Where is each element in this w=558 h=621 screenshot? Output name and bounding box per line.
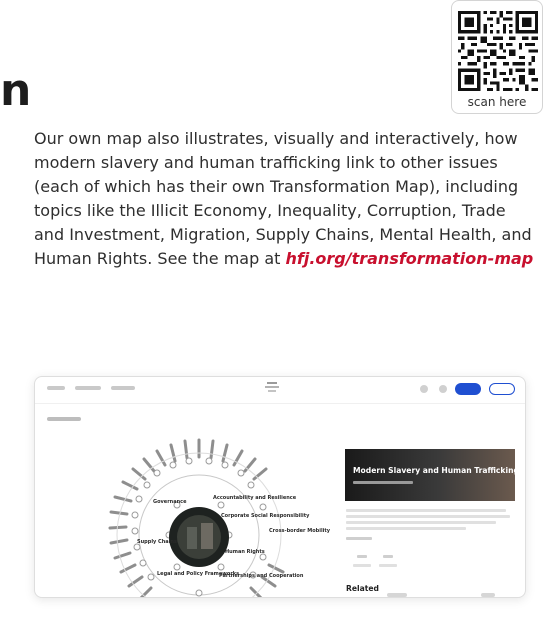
screenshot-panel-tab xyxy=(481,593,495,597)
screenshot-panel-hero: Modern Slavery and Human Trafficking xyxy=(345,449,519,501)
screenshot-panel-text-line xyxy=(346,521,496,524)
screenshot-topbar xyxy=(35,377,525,404)
screenshot-menu-item xyxy=(75,386,101,390)
screenshot-panel-stat-label xyxy=(379,564,397,567)
map-node-label: Corporate Social Responsibility xyxy=(221,513,310,519)
screenshot-menu-item xyxy=(111,386,135,390)
screenshot-panel-text-line xyxy=(346,515,510,518)
screenshot-panel-stat-label xyxy=(353,564,371,567)
page-title-fragment: n xyxy=(0,65,32,116)
screenshot-panel-title: Modern Slavery and Human Trafficking xyxy=(353,466,519,475)
map-node-label: Cross-border Mobility xyxy=(269,528,331,534)
screenshot-outline-button xyxy=(489,383,515,395)
map-node-label: Supply Chains xyxy=(137,539,177,545)
transformation-map-screenshot: Governance Accountability and Resilience… xyxy=(34,376,526,598)
map-node-label: Human Rights xyxy=(225,549,265,555)
screenshot-panel-label xyxy=(346,537,372,540)
qr-card[interactable]: scan here xyxy=(451,0,543,114)
screenshot-panel-text-line xyxy=(346,509,506,512)
screenshot-logo-icon xyxy=(265,382,279,392)
screenshot-panel-tab xyxy=(387,593,407,597)
screenshot-panel-text-line xyxy=(346,527,466,530)
screenshot-menu-item xyxy=(47,386,65,390)
intro-paragraph: Our own map also illustrates, visually a… xyxy=(34,127,534,271)
map-node-label: Governance xyxy=(153,499,187,505)
screenshot-panel-heading: Related xyxy=(346,584,379,593)
transformation-map-link[interactable]: hfj.org/transformation-map xyxy=(286,249,534,268)
screenshot-globe-icon xyxy=(439,385,447,393)
intro-text: Our own map also illustrates, visually a… xyxy=(34,129,532,268)
screenshot-panel-stat xyxy=(383,555,393,558)
qr-code-icon xyxy=(458,11,538,91)
qr-caption: scan here xyxy=(467,95,527,109)
map-node-label: Partnerships and Cooperation xyxy=(219,573,304,579)
map-node-label: Accountability and Resilience xyxy=(213,495,297,501)
screenshot-panel-stat xyxy=(357,555,367,558)
transformation-map-radial-diagram: Governance Accountability and Resilience… xyxy=(108,438,331,597)
screenshot-primary-button xyxy=(455,383,481,395)
screenshot-panel-subtitle xyxy=(353,481,413,484)
screenshot-search-icon xyxy=(420,385,428,393)
